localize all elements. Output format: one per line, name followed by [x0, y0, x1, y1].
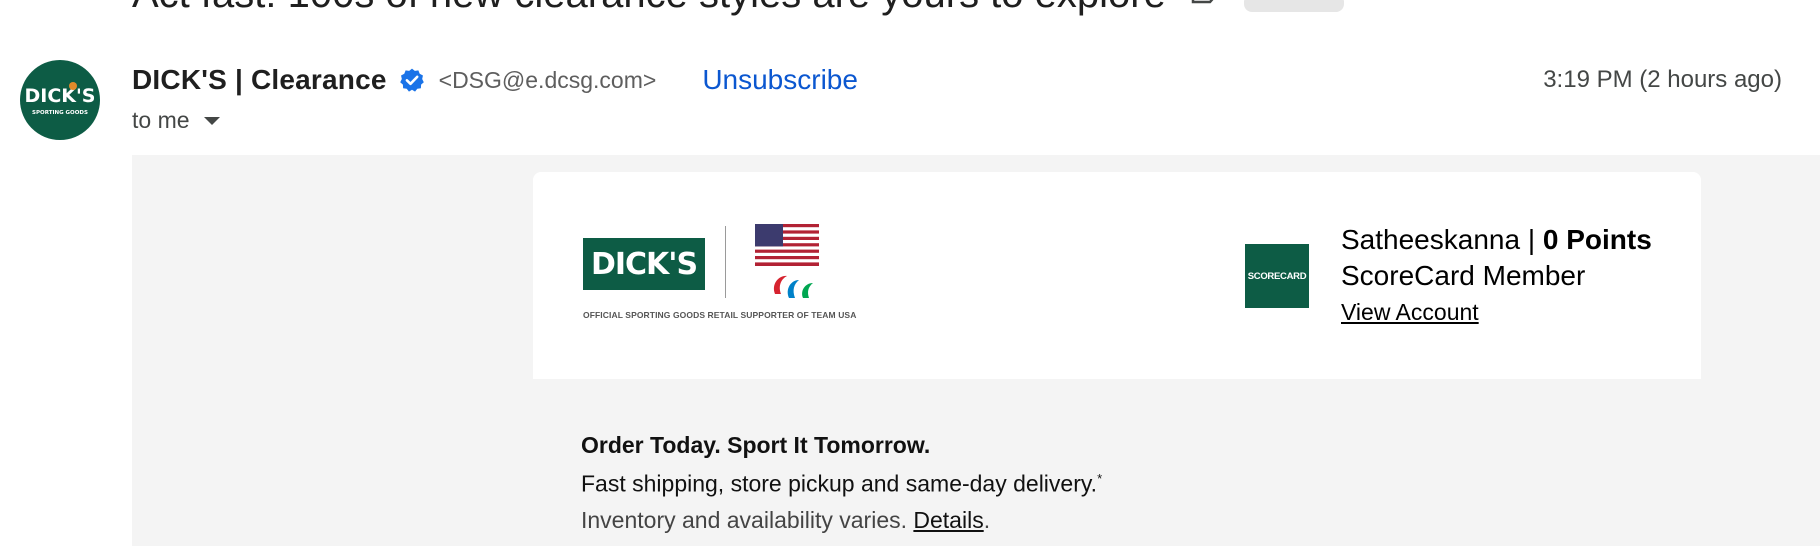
dicks-logo-text: DICK'S [590, 246, 698, 282]
email-subject-row: Act fast! 100s of new clearance styles a… [132, 0, 1344, 18]
member-name: Satheeskanna [1341, 224, 1521, 255]
sender-row: DICK'S | Clearance <DSG@e.dcsg.com> Unsu… [132, 62, 858, 98]
promo-heading: Order Today. Sport It Tomorrow. [581, 432, 931, 458]
recipient-row[interactable]: to me [132, 106, 220, 134]
member-name-points: Satheeskanna | 0 Points [1341, 222, 1652, 258]
scorecard-logo[interactable]: SCORECARD [1245, 244, 1309, 308]
email-header-card: DICK'S OFFICIAL SPORTING GOODS RETAIL SU… [533, 172, 1701, 379]
chevron-down-icon[interactable] [203, 117, 220, 125]
member-status: ScoreCard Member [1341, 260, 1586, 291]
paralympic-agitos-icon [773, 275, 813, 298]
promo-availability: Inventory and availability varies. Detai… [581, 503, 1102, 537]
member-info: Satheeskanna | 0 Points ScoreCard Member… [1341, 222, 1652, 330]
supporter-text: OFFICIAL SPORTING GOODS RETAIL SUPPORTER… [583, 310, 857, 320]
sender-avatar[interactable]: DICK'S SPORTING GOODS [20, 60, 100, 140]
view-account-link[interactable]: View Account [1341, 294, 1652, 330]
inbox-label-chip[interactable] [1243, 0, 1344, 12]
recipient-label: to me [132, 106, 190, 133]
sender-name[interactable]: DICK'S | Clearance [132, 64, 387, 96]
email-timestamp[interactable]: 3:19 PM (2 hours ago) [1543, 66, 1782, 94]
avatar-brand-text: DICK'S [24, 85, 95, 107]
verified-badge-icon[interactable] [399, 67, 425, 93]
promo-line: Fast shipping, store pickup and same-day… [581, 460, 1102, 503]
email-subject: Act fast! 100s of new clearance styles a… [132, 0, 1166, 17]
us-flag-icon [755, 224, 819, 266]
details-suffix: . [983, 506, 991, 533]
details-link[interactable]: Details [913, 507, 983, 533]
unsubscribe-link[interactable]: Unsubscribe [702, 64, 858, 96]
promo-footnote-mark: * [1097, 471, 1103, 486]
label-icon[interactable] [1190, 0, 1220, 6]
avatar-brand-subtext: SPORTING GOODS [32, 110, 88, 116]
logo-divider [725, 226, 726, 298]
dicks-avatar-logo: DICK'S SPORTING GOODS [24, 82, 96, 116]
member-points: 0 Points [1542, 224, 1652, 255]
member-separator: | [1520, 224, 1543, 255]
promo-availability-text: Inventory and availability varies. [581, 506, 914, 533]
promo-section: Order Today. Sport It Tomorrow. Fast shi… [581, 430, 1102, 537]
dicks-logo: DICK'S [583, 238, 705, 290]
email-body: DICK'S OFFICIAL SPORTING GOODS RETAIL SU… [132, 155, 1820, 546]
scorecard-logo-text: SCORECARD [1247, 270, 1307, 282]
brand-logo-block[interactable]: DICK'S OFFICIAL SPORTING GOODS RETAIL SU… [583, 224, 857, 334]
sender-email: <DSG@e.dcsg.com> [438, 66, 657, 93]
promo-line-text: Fast shipping, store pickup and same-day… [581, 470, 1098, 497]
